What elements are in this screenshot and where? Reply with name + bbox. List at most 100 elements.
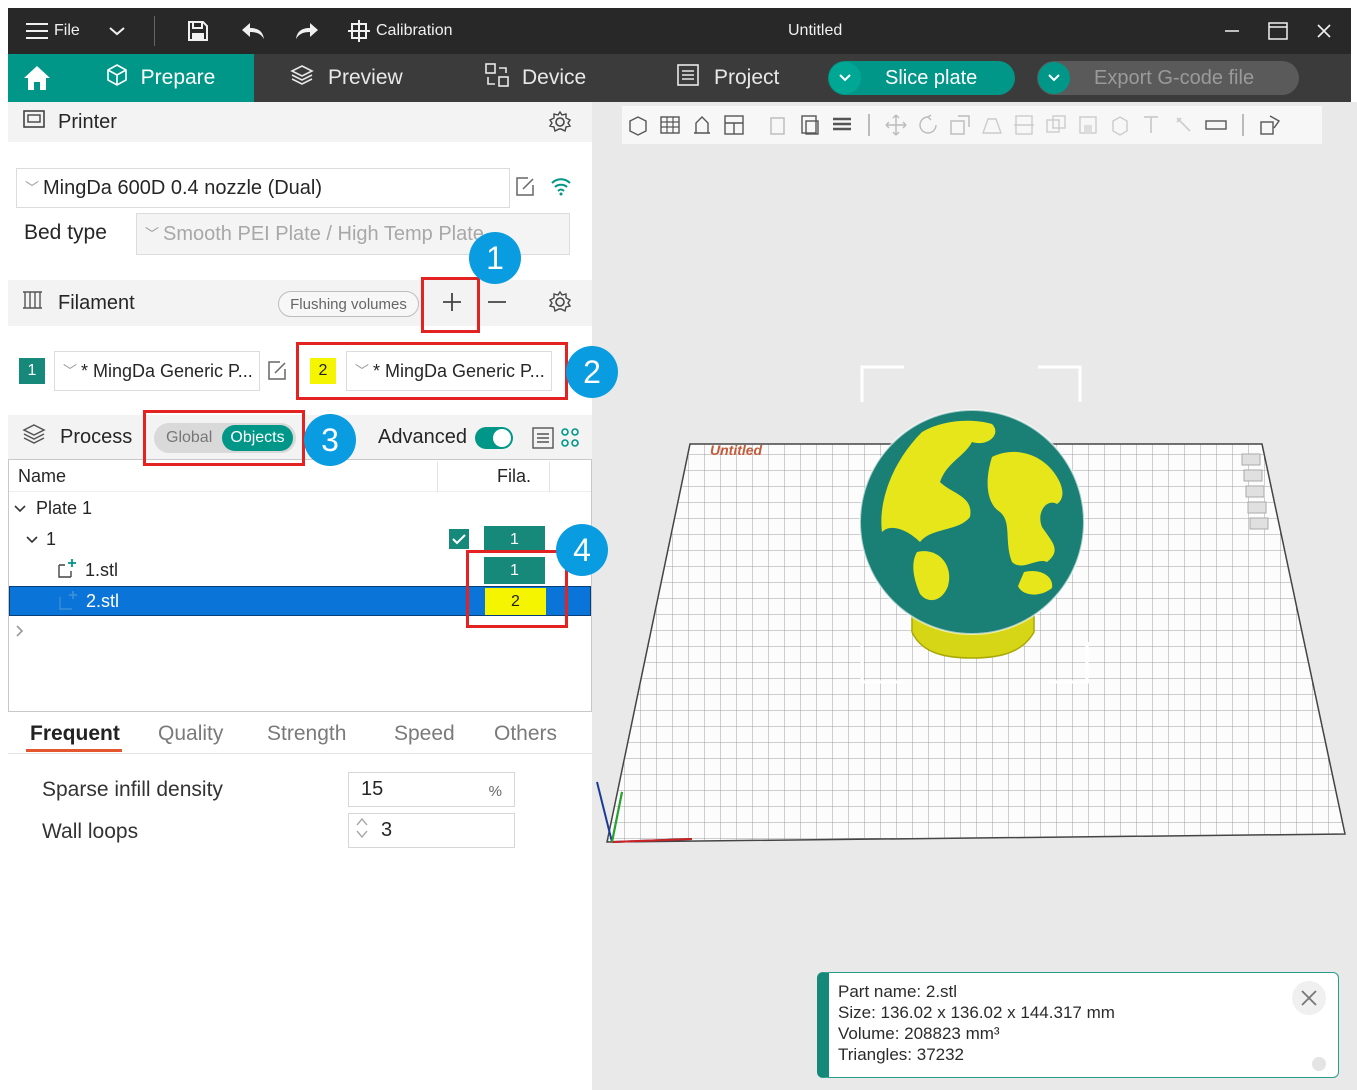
home-icon[interactable] bbox=[8, 54, 66, 102]
tab-device[interactable]: Device bbox=[484, 54, 586, 102]
collapse-info-icon[interactable] bbox=[1312, 1057, 1326, 1071]
close-window-icon[interactable] bbox=[1316, 8, 1332, 54]
global-objects-toggle[interactable]: Global Objects bbox=[154, 423, 296, 453]
filament-settings-gear-icon[interactable] bbox=[548, 290, 572, 319]
part-info-panel: Part name: 2.stl Size: 136.02 x 136.02 x… bbox=[817, 972, 1339, 1078]
object-label: 1 bbox=[46, 528, 57, 549]
save-icon[interactable] bbox=[186, 8, 210, 54]
calibration-label: Calibration bbox=[376, 22, 453, 39]
process-compare-icon[interactable] bbox=[560, 427, 580, 454]
slice-plate-dropdown-chevron-icon[interactable] bbox=[829, 62, 861, 94]
bed-type-label: Bed type bbox=[24, 221, 107, 244]
export-dropdown-chevron-icon[interactable] bbox=[1038, 62, 1070, 94]
printer-settings-gear-icon[interactable] bbox=[548, 110, 572, 140]
slice-plate-button[interactable]: Slice plate bbox=[828, 61, 1015, 95]
chevron-down-icon[interactable] bbox=[13, 498, 27, 519]
file-dropdown-chevron-icon[interactable] bbox=[108, 8, 126, 54]
tab-device-label: Device bbox=[522, 66, 587, 89]
object-visible-checkbox[interactable] bbox=[449, 529, 469, 549]
printer-section-header: Printer bbox=[8, 102, 592, 142]
filament-slot-1-name: * MingDa Generic P... bbox=[81, 360, 253, 381]
tab-quality[interactable]: Quality bbox=[158, 722, 223, 746]
filament-section-title: Filament bbox=[58, 291, 135, 314]
prepare-cube-icon bbox=[105, 63, 129, 93]
object-fila-cell[interactable]: 1 bbox=[484, 526, 545, 553]
part-info-volume: Volume: 208823 mm³ bbox=[838, 1024, 1000, 1043]
plate-row[interactable]: Plate 1 bbox=[9, 493, 591, 523]
minimize-icon[interactable] bbox=[1224, 8, 1240, 54]
bed-type-value: Smooth PEI Plate / High Temp Plate bbox=[163, 222, 484, 245]
object-list[interactable]: Name Fila. Plate 1 1 1 1.stl 1 2.stl 2 bbox=[8, 459, 592, 712]
filament-slot-2-color[interactable]: 2 bbox=[310, 358, 336, 384]
chevron-down-icon: ﹀ bbox=[355, 363, 369, 379]
filament-spool-icon bbox=[22, 290, 44, 316]
part-2-fila-cell[interactable]: 2 bbox=[485, 588, 546, 615]
wifi-icon[interactable] bbox=[550, 176, 572, 201]
edit-filament-1-icon[interactable] bbox=[266, 360, 288, 387]
annotation-badge-3: 3 bbox=[304, 414, 356, 466]
stepper-arrows-icon[interactable] bbox=[355, 815, 369, 847]
tab-prepare[interactable]: Prepare bbox=[66, 54, 254, 102]
3d-viewport[interactable]: Untitled Part name: 2.stl Size: 136.02 x… bbox=[592, 102, 1357, 1090]
titlebar-divider bbox=[154, 8, 155, 54]
printer-preset-select[interactable]: ﹀ MingDa 600D 0.4 nozzle (Dual) bbox=[16, 168, 510, 208]
add-part-icon bbox=[58, 589, 80, 616]
mode-objects-option[interactable]: Objects bbox=[222, 425, 293, 451]
tab-frequent[interactable]: Frequent bbox=[30, 722, 120, 746]
sparse-infill-density-input[interactable]: 15 % bbox=[348, 772, 515, 807]
object-row[interactable]: 1 1 bbox=[9, 524, 591, 554]
sparse-infill-density-value: 15 bbox=[361, 778, 384, 800]
collapsed-row[interactable] bbox=[9, 617, 591, 647]
tab-speed[interactable]: Speed bbox=[394, 722, 455, 746]
tab-divider bbox=[8, 753, 592, 754]
remove-filament-minus-icon[interactable] bbox=[485, 290, 509, 319]
object-list-header: Name Fila. bbox=[9, 462, 591, 492]
filament-slot-1-select[interactable]: ﹀ * MingDa Generic P... bbox=[54, 351, 260, 391]
build-plate-scene[interactable]: Untitled bbox=[592, 102, 1357, 1090]
tab-prepare-label: Prepare bbox=[140, 66, 216, 89]
filament-slot-1-color[interactable]: 1 bbox=[19, 358, 45, 384]
part-info-size: Size: 136.02 x 136.02 x 144.317 mm bbox=[838, 1003, 1115, 1022]
column-fila-header: Fila. bbox=[497, 466, 532, 486]
part-1-fila-cell[interactable]: 1 bbox=[484, 557, 545, 584]
tab-others[interactable]: Others bbox=[494, 722, 557, 746]
main-tab-bar: Prepare Preview Device Project Slice pla… bbox=[8, 54, 1351, 102]
close-info-icon[interactable] bbox=[1292, 981, 1326, 1015]
part-row-1[interactable]: 1.stl 1 bbox=[9, 555, 591, 585]
maximize-icon[interactable] bbox=[1268, 8, 1288, 54]
hamburger-menu-icon bbox=[26, 22, 48, 40]
file-menu-label: File bbox=[54, 22, 80, 39]
wall-loops-label: Wall loops bbox=[42, 820, 139, 843]
mode-global-option[interactable]: Global bbox=[166, 429, 212, 447]
tab-strength[interactable]: Strength bbox=[267, 722, 346, 746]
window-border bbox=[0, 0, 8, 1090]
export-gcode-label: Export G-code file bbox=[1094, 66, 1255, 89]
add-filament-plus-icon[interactable] bbox=[440, 290, 464, 319]
wall-loops-stepper[interactable]: 3 bbox=[348, 813, 515, 848]
part-row-2-selected[interactable]: 2.stl 2 bbox=[9, 586, 591, 616]
advanced-toggle[interactable] bbox=[475, 427, 513, 449]
edit-printer-icon[interactable] bbox=[514, 176, 536, 203]
chevron-down-icon: ﹀ bbox=[63, 363, 77, 379]
export-gcode-button[interactable]: Export G-code file bbox=[1037, 61, 1299, 95]
calibration-icon bbox=[348, 20, 370, 42]
process-list-icon[interactable] bbox=[532, 427, 554, 454]
undo-icon[interactable] bbox=[240, 8, 266, 54]
chevron-down-icon[interactable] bbox=[25, 529, 39, 550]
process-layers-icon bbox=[22, 423, 46, 451]
printer-preset-value: MingDa 600D 0.4 nozzle (Dual) bbox=[43, 176, 323, 199]
calibration-menu-button[interactable]: Calibration bbox=[348, 8, 452, 54]
part-info-name: Part name: 2.stl bbox=[838, 982, 958, 1001]
redo-icon[interactable] bbox=[294, 8, 320, 54]
plate-name-label: Untitled bbox=[710, 442, 763, 458]
flushing-volumes-button[interactable]: Flushing volumes bbox=[278, 291, 419, 317]
tab-preview[interactable]: Preview bbox=[290, 54, 403, 102]
filament-slot-2-select[interactable]: ﹀ * MingDa Generic P... bbox=[346, 351, 552, 391]
sparse-infill-density-label: Sparse infill density bbox=[42, 778, 223, 801]
device-icon bbox=[484, 62, 510, 94]
chevron-right-icon[interactable] bbox=[15, 622, 25, 643]
layers-icon bbox=[290, 63, 314, 93]
annotation-badge-4: 4 bbox=[556, 524, 608, 576]
file-menu-button[interactable]: File bbox=[26, 8, 80, 54]
tab-project[interactable]: Project bbox=[676, 54, 779, 102]
